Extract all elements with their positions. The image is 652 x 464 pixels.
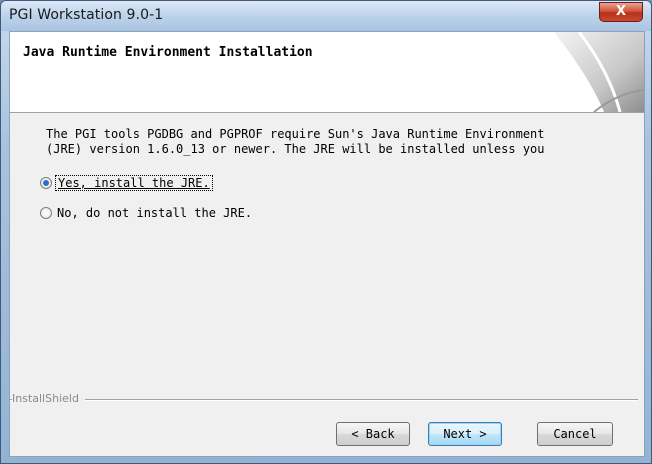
installshield-swoosh-graphic <box>554 32 644 112</box>
installshield-separator: InstallShield <box>10 392 644 406</box>
radio-label-no[interactable]: No, do not install the JRE. <box>55 206 254 220</box>
radio-label-yes-text: Yes, install the JRE. <box>58 176 210 190</box>
back-button[interactable]: < Back <box>336 422 410 446</box>
radio-option-no[interactable]: No, do not install the JRE. <box>40 204 254 222</box>
description-line-2: (JRE) version 1.6.0_13 or newer. The JRE… <box>46 142 545 156</box>
header-banner: Java Runtime Environment Installation <box>10 32 644 113</box>
title-bar[interactable]: PGI Workstation 9.0-1 X <box>1 1 651 31</box>
radio-button-no[interactable] <box>40 207 52 219</box>
close-button[interactable]: X <box>599 2 643 22</box>
separator-line <box>10 399 638 401</box>
dialog-client-area: Java Runtime Environment Installation Th… <box>9 31 645 457</box>
page-title: Java Runtime Environment Installation <box>23 45 313 60</box>
installer-window: PGI Workstation 9.0-1 X Java Runtime Env… <box>0 0 652 464</box>
cancel-button[interactable]: Cancel <box>537 422 613 446</box>
next-button[interactable]: Next > <box>428 422 502 446</box>
window-title: PGI Workstation 9.0-1 <box>9 7 164 23</box>
description-line-1: The PGI tools PGDBG and PGPROF require S… <box>46 127 545 141</box>
installshield-label: InstallShield <box>12 392 85 405</box>
description-text: The PGI tools PGDBG and PGPROF require S… <box>46 127 606 157</box>
radio-label-yes[interactable]: Yes, install the JRE. <box>55 175 213 191</box>
radio-button-yes[interactable] <box>40 177 52 189</box>
radio-option-yes[interactable]: Yes, install the JRE. <box>40 174 213 192</box>
